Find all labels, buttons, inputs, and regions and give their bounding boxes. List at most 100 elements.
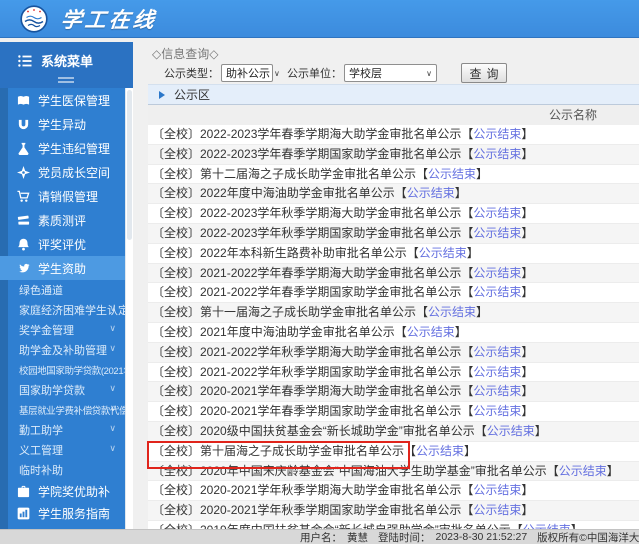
announcement-result-link[interactable]: 公示结束 [473, 147, 521, 161]
list-item[interactable]: 〔全校〕2021年度中海油助学金审批名单公示【公示结束】 [148, 322, 639, 343]
sidebar-item-student-aid[interactable]: 学生资助 [0, 256, 126, 280]
sidebar-item-label: 评奖评优 [38, 237, 87, 252]
list-item[interactable]: 〔全校〕2020级中国扶贫基金会“新长城助学金”审批名单公示【公示结束】 [148, 421, 639, 442]
sidebar-item-leave-management[interactable]: 请销假管理 [0, 184, 126, 208]
list-item[interactable]: 〔全校〕2021-2022学年秋季学期国家助学金审批名单公示【公示结束】 [148, 362, 639, 383]
sidebar-item-label: 学生异动 [38, 117, 87, 132]
list-item[interactable]: 〔全校〕2022年本科新生路费补助审批名单公示【公示结束】 [148, 243, 639, 264]
list-item[interactable]: 〔全校〕2022-2023学年春季学期海大助学金审批名单公示【公示结束】 [148, 125, 639, 145]
sidebar-subitem-label: 助学金及补助管理 [19, 345, 107, 357]
announcement-result-link[interactable]: 公示结束 [428, 167, 476, 181]
sidebar-menu-title: 系统菜单 [41, 54, 94, 69]
list-item[interactable]: 〔全校〕2020-2021学年春季学期国家助学金审批名单公示【公示结束】 [148, 402, 639, 422]
list-item[interactable]: 〔全校〕2021-2022学年秋季学期海大助学金审批名单公示【公示结束】 [148, 342, 639, 363]
section-title: 公示区 [174, 88, 211, 102]
app-brand-title: 学工在线 [59, 6, 159, 32]
announcement-result-link[interactable]: 公示结束 [473, 127, 521, 141]
announcement-type-select[interactable]: 助补公示 ∨ [221, 64, 280, 82]
announcement-result-link[interactable]: 公示结束 [473, 285, 521, 299]
bird-icon [19, 263, 30, 272]
sidebar-subitem-grant-subsidy[interactable]: 助学金及补助管理 ∨ [0, 340, 126, 360]
sidebar-subitem-label: 临时补助 [19, 465, 63, 477]
flask-icon [18, 142, 29, 155]
sidebar-subitem-work-study[interactable]: 勤工助学 ∨ [0, 420, 126, 440]
announcement-result-link[interactable]: 公示结束 [428, 305, 476, 319]
list-item[interactable]: 〔全校〕第十一届海之子成长助学金审批名单公示【公示结束】 [148, 303, 639, 323]
sidebar-item-label: 请销假管理 [38, 189, 99, 204]
sidebar-subitem-grassroots-loan-repay[interactable]: 基层就业学费补偿贷款代偿 ∨ [0, 400, 129, 420]
list-item[interactable]: 〔全校〕2020-2021学年秋季学期海大助学金审批名单公示【公示结束】 [148, 481, 639, 502]
sidebar-scrollbar[interactable] [125, 88, 133, 529]
announcement-result-link[interactable]: 公示结束 [419, 246, 467, 260]
list-item-highlighted[interactable]: 〔全校〕第十届海之子成长助学金审批名单公示【公示结束】 [148, 441, 639, 462]
announcement-result-link[interactable]: 公示结束 [416, 444, 464, 458]
announcement-title: 〔全校〕2022-2023学年春季学期国家助学金审批名单公示 [152, 146, 462, 161]
list-item[interactable]: 〔全校〕第十二届海之子成长助学金审批名单公示【公示结束】 [148, 164, 639, 185]
list-item[interactable]: 〔全校〕2019年度中国扶贫基金会“新长城自强助学金”审批名单公示【公示结束】 [148, 520, 639, 529]
sidebar-subitem-green-channel[interactable]: 绿色通道 [0, 280, 126, 300]
announcement-result-link[interactable]: 公示结束 [473, 345, 521, 359]
cart-icon [17, 190, 30, 202]
announcement-result-link[interactable]: 公示结束 [473, 404, 521, 418]
announcement-result-link[interactable]: 公示结束 [473, 226, 521, 240]
books-icon [17, 215, 30, 225]
sidebar-item-awards[interactable]: 评奖评优 [0, 232, 126, 256]
chevron-down-icon: ∨ [109, 383, 116, 393]
announcement-result-link[interactable]: 公示结束 [473, 384, 521, 398]
announcement-result-link[interactable]: 公示结束 [473, 365, 521, 379]
main-content: ◇信息查询◇ 公示类型： 助补公示 ∨ 公示单位： 学校层 ∨ 查询 公示区 公… [140, 42, 639, 529]
sidebar-subitem-campus-loan[interactable]: 校园地国家助学贷款(2021年前) [0, 360, 133, 380]
sidebar-item-quality-assessment[interactable]: 素质测评 [0, 208, 126, 232]
announcement-title: 〔全校〕2022年本科新生路费补助审批名单公示 [152, 245, 407, 260]
announcement-result-link[interactable]: 公示结束 [473, 483, 521, 497]
announcement-unit-label: 公示单位： [287, 68, 342, 80]
hamburger-menu-icon [18, 54, 32, 67]
sidebar-subitem-national-loan[interactable]: 国家助学贷款 ∨ [0, 380, 126, 400]
announcement-title: 〔全校〕2020-2021学年秋季学期海大助学金审批名单公示 [152, 483, 462, 498]
sidebar-item-service-guide[interactable]: 学生服务指南 [0, 502, 126, 524]
chevron-down-icon: ∨ [109, 403, 117, 413]
sidebar-subitem-volunteer[interactable]: 义工管理 ∨ [0, 440, 126, 460]
announcement-section-bar[interactable]: 公示区 [148, 84, 639, 105]
sidebar-subitem-temporary-subsidy[interactable]: 临时补助 [0, 460, 126, 480]
announcement-unit-select[interactable]: 学校层 ∨ [344, 64, 437, 82]
list-item[interactable]: 〔全校〕2020-2021学年春季学期海大助学金审批名单公示【公示结束】 [148, 382, 639, 403]
announcement-title: 〔全校〕第十届海之子成长助学金审批名单公示 [152, 443, 405, 458]
announcement-result-link[interactable]: 公示结束 [473, 503, 521, 517]
sidebar-item-party-growth[interactable]: 党员成长空间 [0, 160, 126, 184]
announcement-result-link[interactable]: 公示结束 [487, 424, 535, 438]
sidebar-item-discipline[interactable]: 学生违纪管理 [0, 136, 126, 160]
list-item[interactable]: 〔全校〕2020-2021学年秋季学期国家助学金审批名单公示【公示结束】 [148, 501, 639, 521]
top-header-bar: 学工在线 [0, 0, 639, 38]
sidebar-scrollbar-thumb[interactable] [127, 90, 132, 240]
announcement-title: 〔全校〕第十二届海之子成长助学金审批名单公示 [152, 166, 417, 181]
announcement-result-link[interactable]: 公示结束 [473, 266, 521, 280]
briefcase-icon [17, 485, 30, 497]
query-button[interactable]: 查询 [461, 63, 507, 83]
sidebar-subitem-poverty-identification[interactable]: 家庭经济困难学生认定 ∨ [0, 300, 129, 320]
announcement-result-link[interactable]: 公示结束 [407, 325, 455, 339]
sidebar-item-label: 学生医保管理 [38, 93, 111, 108]
sidebar-subitem-label: 义工管理 [19, 445, 63, 457]
list-item[interactable]: 〔全校〕2022-2023学年秋季学期国家助学金审批名单公示【公示结束】 [148, 223, 639, 244]
list-item[interactable]: 〔全校〕2022年度中海油助学金审批名单公示【公示结束】 [148, 184, 639, 205]
list-item[interactable]: 〔全校〕2020年中国宋庆龄基金会“中国海油大学生助学基金”审批名单公示【公示结… [148, 461, 639, 482]
sidebar-item-medical-insurance[interactable]: 学生医保管理 [0, 88, 126, 112]
sidebar-menu-header[interactable]: 系统菜单 [0, 42, 133, 88]
announcement-title: 〔全校〕2021-2022学年春季学期海大助学金审批名单公示 [152, 265, 462, 280]
list-item[interactable]: 〔全校〕2022-2023学年秋季学期海大助学金审批名单公示【公示结束】 [148, 204, 639, 224]
list-item[interactable]: 〔全校〕2022-2023学年春季学期国家助学金审批名单公示【公示结束】 [148, 144, 639, 165]
chevron-down-icon: ∨ [109, 343, 116, 353]
list-item[interactable]: 〔全校〕2021-2022学年春季学期海大助学金审批名单公示【公示结束】 [148, 263, 639, 284]
sidebar-item-college-awards[interactable]: 学院奖优助补 [0, 480, 126, 502]
mini-menu-dashes-icon [58, 77, 74, 83]
sidebar-item-student-change[interactable]: 学生异动 [0, 112, 126, 136]
announcement-result-link[interactable]: 公示结束 [407, 186, 455, 200]
sidebar-subitem-scholarship[interactable]: 奖学金管理 ∨ [0, 320, 126, 340]
announcement-result-link[interactable]: 公示结束 [559, 464, 607, 478]
list-item[interactable]: 〔全校〕2021-2022学年春季学期国家助学金审批名单公示【公示结束】 [148, 283, 639, 304]
announcement-title: 〔全校〕2020年中国宋庆龄基金会“中国海油大学生助学基金”审批名单公示 [152, 463, 547, 478]
announcement-result-link[interactable]: 公示结束 [473, 206, 521, 220]
announcement-title: 〔全校〕2022-2023学年秋季学期国家助学金审批名单公示 [152, 225, 462, 240]
sidebar-subitem-label: 奖学金管理 [19, 325, 74, 337]
